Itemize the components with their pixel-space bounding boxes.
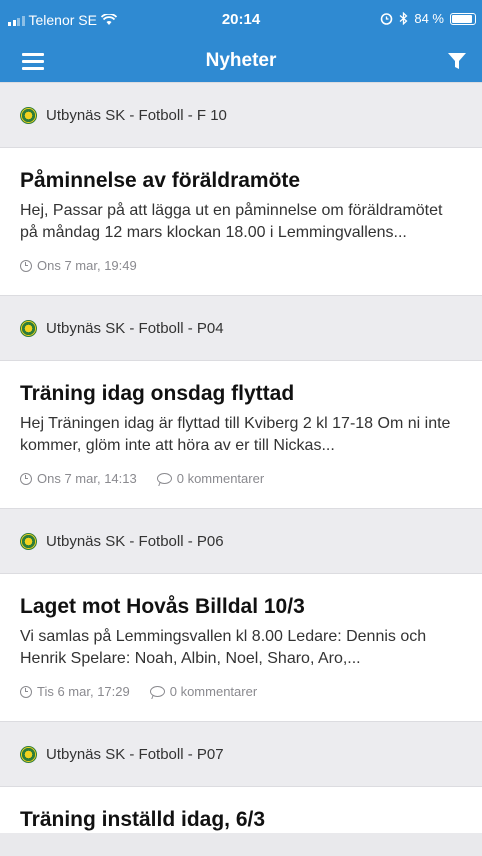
status-right: 84 % [380, 11, 476, 26]
top-navbar: Nyheter [0, 40, 482, 82]
news-date: Ons 7 mar, 19:49 [37, 258, 137, 273]
comment-count[interactable]: 0 kommentarer [149, 684, 258, 699]
news-excerpt: Hej, Passar på att lägga ut en påminnels… [20, 202, 443, 241]
news-item[interactable]: Träning inställd idag, 6/3 [0, 787, 482, 833]
club-name: Utbynäs SK - Fotboll - P04 [46, 319, 224, 337]
club-header: Utbynäs SK - Fotboll - P07 [0, 721, 482, 787]
club-name: Utbynäs SK - Fotboll - F 10 [46, 106, 227, 124]
news-title: Träning idag onsdag flyttad [20, 382, 295, 405]
news-feed: Utbynäs SK - Fotboll - F 10 Påminnelse a… [0, 82, 482, 833]
comment-bubble-icon [149, 686, 165, 697]
club-logo-icon [20, 106, 37, 124]
comment-count-label: 0 kommentarer [176, 471, 265, 486]
comment-count[interactable]: 0 kommentarer [156, 471, 265, 486]
news-item[interactable]: Laget mot Hovås Billdal 10/3 Vi samlas p… [0, 574, 482, 721]
news-title: Träning inställd idag, 6/3 [20, 808, 266, 831]
club-header: Utbynäs SK - Fotboll - P06 [0, 508, 482, 574]
alarm-icon [381, 13, 393, 25]
page-title: Nyheter [205, 50, 277, 71]
status-bar: Telenor SE 20:14 84 % [0, 0, 482, 40]
news-date: Tis 6 mar, 17:29 [37, 684, 130, 699]
club-logo-icon [20, 532, 37, 550]
news-title: Laget mot Hovås Billdal 10/3 [20, 595, 305, 618]
comment-bubble-icon [156, 473, 172, 484]
news-date: Ons 7 mar, 14:13 [37, 471, 137, 486]
news-excerpt: Vi samlas på Lemmingsvallen kl 8.00 Leda… [20, 628, 427, 667]
club-name: Utbynäs SK - Fotboll - P07 [46, 745, 224, 763]
news-item[interactable]: Träning idag onsdag flyttad Hej Träninge… [0, 361, 482, 508]
comment-count-label: 0 kommentarer [169, 684, 258, 699]
news-meta: Ons 7 mar, 19:49 [20, 258, 462, 295]
battery-icon [450, 12, 476, 25]
news-meta: Ons 7 mar, 14:13 0 kommentarer [20, 471, 462, 508]
club-header: Utbynäs SK - Fotboll - P04 [0, 295, 482, 361]
club-name: Utbynäs SK - Fotboll - P06 [46, 532, 224, 550]
news-title: Påminnelse av föräldramöte [20, 169, 301, 192]
bluetooth-icon [399, 12, 408, 25]
club-logo-icon [20, 319, 37, 337]
clock-icon [20, 472, 32, 485]
clock-icon [20, 259, 32, 272]
news-item[interactable]: Påminnelse av föräldramöte Hej, Passar p… [0, 148, 482, 295]
club-header: Utbynäs SK - Fotboll - F 10 [0, 82, 482, 148]
battery-percent: 84 % [414, 11, 444, 26]
clock-icon [20, 685, 32, 698]
club-logo-icon [20, 745, 37, 763]
news-meta: Tis 6 mar, 17:29 0 kommentarer [20, 684, 462, 721]
news-excerpt: Hej Träningen idag är flyttad till Kvibe… [20, 415, 451, 454]
filter-icon[interactable] [447, 51, 467, 71]
